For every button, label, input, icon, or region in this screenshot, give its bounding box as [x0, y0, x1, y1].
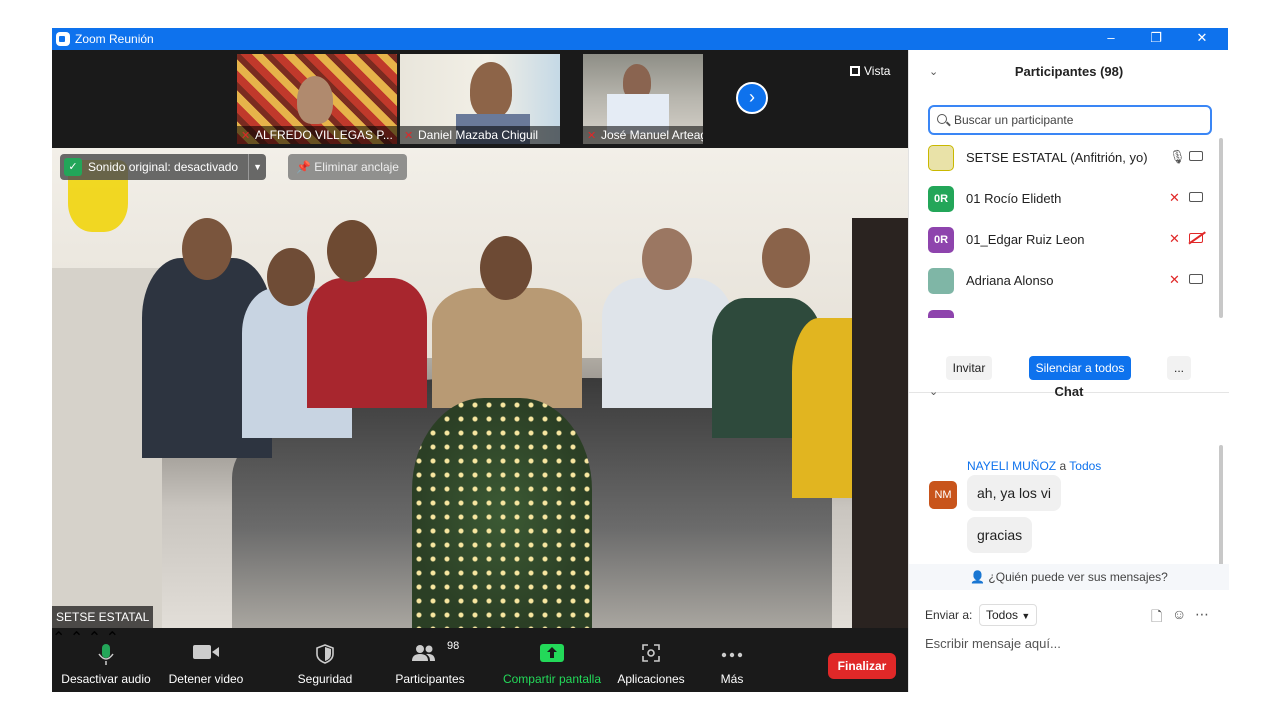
person-icon: 👤	[970, 570, 989, 584]
microphone-icon[interactable]: 🎙	[1169, 149, 1186, 165]
participant-face	[470, 62, 512, 118]
video-area: ✕ ALFREDO VILLEGAS P... ✕ Daniel Mazaba Ch…	[52, 50, 908, 628]
emoji-icon[interactable]: ☺	[1172, 606, 1186, 622]
chat-sender: NAYELI MUÑOZ a Todos	[967, 459, 1102, 473]
more-button[interactable]: Más	[706, 628, 758, 692]
speaker-name-label: SETSE ESTATAL	[52, 606, 154, 628]
stop-video-button[interactable]: Detener video	[164, 628, 248, 692]
share-screen-button[interactable]: Compartir pantalla	[498, 628, 606, 692]
chat-message: gracias	[967, 517, 1033, 553]
next-page-button[interactable]: ›	[736, 82, 768, 114]
video-camera-icon[interactable]	[1189, 151, 1203, 161]
person-head	[327, 220, 377, 282]
thumbnail-name: ✕ ALFREDO VILLEGAS P...	[237, 126, 397, 144]
participant-search-input[interactable]: Buscar un participante	[928, 105, 1212, 135]
search-icon	[937, 114, 947, 124]
more-dots-icon[interactable]: ⋯	[1195, 606, 1209, 623]
chevron-down-icon[interactable]: ⌄	[929, 50, 938, 94]
thumbnail-name: ✕ Daniel Mazaba Chiguil	[400, 126, 560, 144]
thumbnail-name: ✕José Manuel Arteaga...	[583, 126, 703, 144]
person-center	[432, 288, 582, 408]
window-title: Zoom Reunión	[75, 32, 154, 46]
participant-thumbnail[interactable]: ✕José Manuel Arteaga...	[583, 54, 703, 144]
person-head	[642, 228, 692, 290]
unpin-button[interactable]: 📌 Eliminar anclaje	[288, 154, 407, 180]
christmas-centerpiece	[412, 398, 592, 628]
muted-mic-icon[interactable]: ✕	[1169, 272, 1180, 288]
microphone-icon	[98, 644, 114, 665]
avatar	[928, 268, 954, 294]
person-head	[267, 248, 315, 306]
muted-mic-icon[interactable]: ✕	[1169, 190, 1180, 206]
person-head	[762, 228, 810, 288]
avatar: NM	[929, 481, 957, 509]
avatar-partial	[928, 310, 954, 318]
person-head	[182, 218, 232, 280]
chat-message: ah, ya los vi	[967, 475, 1061, 511]
participant-thumbnail[interactable]: ✕ ALFREDO VILLEGAS P...	[237, 54, 397, 144]
muted-mic-icon: ✕	[241, 130, 251, 142]
more-dots-icon	[721, 652, 743, 658]
thumbnail-strip: ✕ ALFREDO VILLEGAS P... ✕ Daniel Mazaba Ch…	[52, 50, 908, 146]
participant-thumbnail[interactable]: ✕ Daniel Mazaba Chiguil	[400, 54, 560, 144]
end-meeting-button[interactable]: Finalizar	[828, 653, 896, 679]
send-to-dropdown[interactable]: Todos ▼	[979, 604, 1038, 626]
restore-button[interactable]: ❐	[1134, 28, 1178, 50]
zoom-window: Zoom Reunión – ❐ ✕ ✕ ALFREDO VILLEGAS P..…	[52, 28, 1229, 692]
pin-icon: 📌	[296, 160, 315, 174]
participant-face	[297, 76, 333, 124]
person-right	[852, 218, 908, 628]
participants-header: ⌄ Participantes (98)	[909, 50, 1229, 94]
avatar	[928, 145, 954, 171]
share-screen-icon	[540, 644, 564, 662]
send-to-label: Enviar a:	[925, 608, 973, 622]
close-button[interactable]: ✕	[1180, 28, 1224, 50]
chat-header: ⌄ Chat	[909, 370, 1229, 414]
chevron-down-icon[interactable]: ▼	[248, 154, 266, 180]
meeting-toolbar: Desactivar audio ⌃ Detener video ⌃ Segur…	[52, 628, 908, 692]
security-button[interactable]: Seguridad	[290, 628, 360, 692]
video-camera-icon[interactable]	[1189, 192, 1203, 202]
video-off-icon[interactable]	[1189, 233, 1203, 243]
shield-check-icon: ✓	[64, 158, 82, 176]
muted-mic-icon: ✕	[587, 130, 597, 142]
video-camera-icon	[193, 645, 219, 659]
file-icon[interactable]: 🗋	[1151, 606, 1162, 630]
person-head	[480, 236, 532, 300]
avatar: 0R	[928, 227, 954, 253]
side-panel: ⌄ Participantes (98) Buscar un participa…	[908, 50, 1229, 692]
title-bar: Zoom Reunión – ❐ ✕	[52, 28, 1228, 50]
participant-row[interactable]: SETSE ESTATAL (Anfitrión, yo) 🎙	[909, 139, 1219, 180]
original-sound-toggle[interactable]: ✓ Sonido original: desactivado ▼	[60, 154, 267, 180]
grid-view-icon	[850, 66, 860, 76]
original-sound-label: Sonido original: desactivado	[88, 160, 239, 174]
view-button[interactable]: Vista	[850, 64, 890, 78]
who-can-see-link[interactable]: 👤 ¿Quién puede ver sus mensajes?	[909, 564, 1229, 590]
mute-audio-button[interactable]: Desactivar audio	[60, 628, 152, 692]
muted-mic-icon[interactable]: ✕	[1169, 231, 1180, 247]
main-video: ✓ Sonido original: desactivado ▼ 📌 Elimi…	[52, 148, 908, 628]
participant-row[interactable]: Adriana Alonso ✕	[909, 262, 1219, 303]
chat-message-input[interactable]: Escribir mensaje aquí...	[925, 636, 1061, 651]
participants-count: 98	[447, 640, 460, 652]
shield-icon	[316, 644, 334, 664]
chevron-down-icon[interactable]: ⌄	[929, 370, 938, 414]
participants-scrollbar[interactable]	[1219, 138, 1223, 318]
apps-icon	[642, 644, 660, 662]
participants-button[interactable]: 98 Participantes	[390, 628, 470, 692]
participant-row[interactable]: 0R 01 Rocío Elideth ✕	[909, 180, 1219, 221]
chat-scrollbar[interactable]	[1219, 445, 1223, 571]
person-red-shirt	[307, 278, 427, 408]
apps-button[interactable]: Aplicaciones	[614, 628, 688, 692]
chevron-down-icon: ▼	[1021, 611, 1031, 621]
muted-mic-icon: ✕	[404, 130, 414, 142]
video-camera-icon[interactable]	[1189, 274, 1203, 284]
participant-row[interactable]: 0R 01_Edgar Ruiz Leon ✕	[909, 221, 1219, 262]
minimize-button[interactable]: –	[1089, 28, 1133, 50]
participants-icon	[412, 645, 435, 661]
zoom-logo-icon	[56, 32, 70, 46]
avatar: 0R	[928, 186, 954, 212]
